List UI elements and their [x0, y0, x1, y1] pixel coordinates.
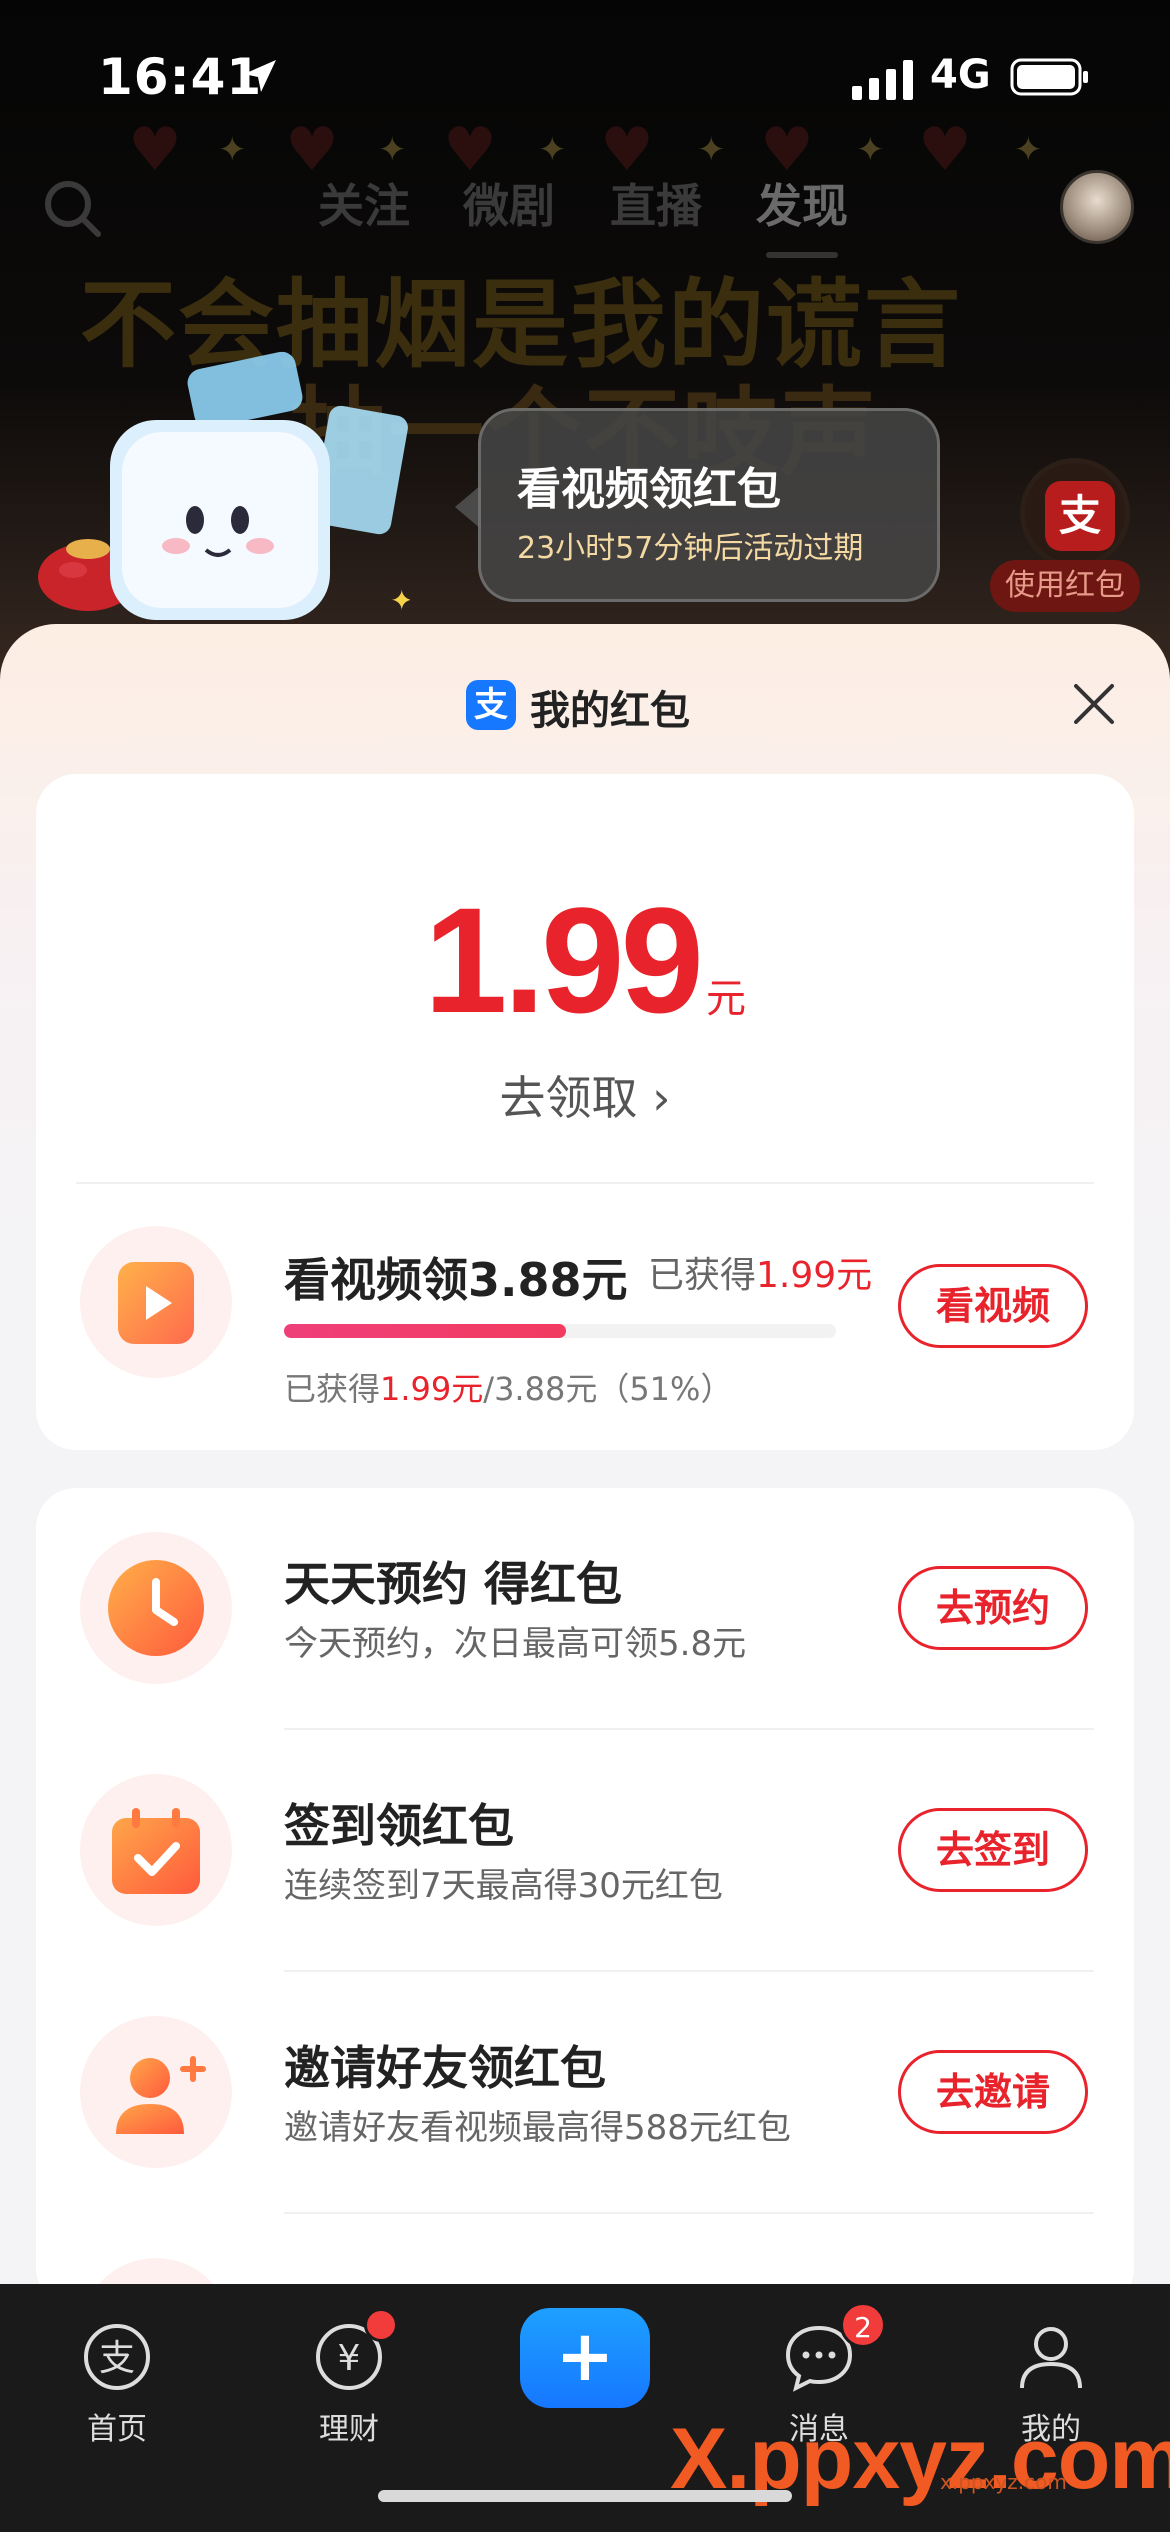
- divider: [284, 1728, 1094, 1730]
- progress-suffix: /3.88元（51%）: [483, 1370, 733, 1408]
- progress-earned: 1.99元: [380, 1370, 484, 1408]
- video-progress-bar: [284, 1324, 836, 1338]
- divider: [284, 1970, 1094, 1972]
- video-progress-fill: [284, 1324, 566, 1338]
- sparkle-icon: ✦: [697, 130, 726, 170]
- redpack-sheet: 支 我的红包 1.99 元 去领取 › 看视频领3.88元 已获得1.99元 已…: [0, 624, 1170, 2284]
- tab-home-label: 首页: [87, 2412, 147, 2447]
- earned-prefix: 已获得: [648, 1255, 757, 1296]
- divider: [76, 1182, 1094, 1184]
- progress-prefix: 已获得: [284, 1370, 381, 1408]
- close-icon[interactable]: [1068, 678, 1120, 730]
- alipay-redpack-icon: 支: [1045, 481, 1115, 551]
- status-time: 16:41: [98, 48, 263, 106]
- message-count-badge: 2: [840, 2302, 886, 2348]
- mascot-illustration: ✦ ✦: [110, 351, 410, 620]
- divider: [284, 2212, 1094, 2214]
- task-list-card: 天天预约 得红包 今天预约，次日最高可领5.8元 去预约 签到领红包 连续签到7…: [36, 1488, 1134, 2284]
- watch-video-button[interactable]: 看视频: [898, 1264, 1088, 1348]
- top-nav: 关注 微剧 直播 发现: [0, 170, 1170, 270]
- balance-card: 1.99 元 去领取 › 看视频领3.88元 已获得1.99元 已获得1.99元/…: [36, 774, 1134, 1450]
- checkin-button[interactable]: 去签到: [898, 1808, 1088, 1892]
- tab-mini-drama[interactable]: 微剧: [463, 170, 555, 236]
- sheet-title: 我的红包: [530, 688, 690, 734]
- calendar-check-icon: [112, 1808, 200, 1894]
- location-arrow-icon: [244, 60, 276, 92]
- video-task-earned: 已获得1.99元: [648, 1246, 872, 1298]
- claim-link[interactable]: 去领取 ›: [36, 1062, 1134, 1128]
- svg-text:✦: ✦: [390, 584, 410, 617]
- video-task-icon-wrap: [80, 1226, 232, 1378]
- network-type: 4G: [930, 52, 991, 98]
- search-icon[interactable]: [42, 178, 104, 240]
- promo-title: 看视频领红包: [517, 464, 781, 515]
- tab-home[interactable]: 支 首页: [42, 2320, 192, 2448]
- svg-text:¥: ¥: [338, 2338, 361, 2379]
- clock-icon: [108, 1560, 204, 1656]
- use-redpack-label[interactable]: 使用红包: [990, 560, 1140, 612]
- balance-amount: 1.99 元: [36, 874, 1134, 1047]
- tab-wealth-label: 理财: [319, 2412, 379, 2447]
- active-tab-indicator: [766, 252, 838, 258]
- invite-task-icon-wrap: [80, 2016, 232, 2168]
- sparkle-icon: ✦: [1014, 130, 1043, 170]
- invite-task-desc: 邀请好友看视频最高得588元红包: [284, 2108, 791, 2148]
- reserve-button[interactable]: 去预约: [898, 1566, 1088, 1650]
- add-friend-icon: [116, 2056, 206, 2134]
- promo-countdown: 23小时57分钟后活动过期: [517, 531, 864, 566]
- invite-task-title: 邀请好友领红包: [284, 2041, 606, 2095]
- home-indicator: [378, 2490, 792, 2502]
- sparkle-icon: ✦: [856, 130, 885, 170]
- tab-live[interactable]: 直播: [610, 170, 702, 236]
- sparkle-icon: ✦: [538, 130, 567, 170]
- play-video-icon: [118, 1262, 194, 1344]
- checkin-task-title: 签到领红包: [284, 1799, 514, 1853]
- checkin-task-icon-wrap: [80, 1774, 232, 1926]
- plus-icon: +: [555, 2315, 615, 2397]
- avatar[interactable]: [1060, 170, 1134, 244]
- battery-icon: [1010, 58, 1088, 96]
- invite-button[interactable]: 去邀请: [898, 2050, 1088, 2134]
- reserve-task-desc: 今天预约，次日最高可领5.8元: [284, 1624, 747, 1664]
- watermark-small: x.ppxyz.com: [940, 2470, 1067, 2494]
- sparkle-icon: ✦: [218, 130, 247, 170]
- tab-wealth[interactable]: ¥ 理财: [274, 2320, 424, 2448]
- tab-follow[interactable]: 关注: [318, 170, 410, 236]
- earned-amount: 1.99元: [756, 1255, 873, 1296]
- balance-value: 1.99: [424, 876, 704, 1044]
- sparkle-icon: ✦: [378, 130, 407, 170]
- checkin-task-desc: 连续签到7天最高得30元红包: [284, 1866, 723, 1906]
- publish-plus-button[interactable]: +: [520, 2308, 650, 2408]
- next-task-icon-wrap: [80, 2258, 232, 2284]
- tab-discover[interactable]: 发现: [756, 170, 848, 236]
- signal-icon: [852, 60, 913, 100]
- reserve-task-title: 天天预约 得红包: [284, 1557, 623, 1611]
- svg-text:支: 支: [99, 2338, 135, 2379]
- promo-bubble[interactable]: 看视频领红包 23小时57分钟后活动过期: [478, 408, 940, 602]
- balance-unit: 元: [705, 976, 746, 1022]
- video-task-title: 看视频领3.88元: [284, 1253, 628, 1307]
- side-redpack-button[interactable]: 支: [1020, 458, 1130, 568]
- reserve-task-icon-wrap: [80, 1532, 232, 1684]
- notification-dot: [364, 2308, 398, 2342]
- alipay-home-icon: 支: [84, 2324, 150, 2390]
- alipay-logo-icon: 支: [466, 680, 516, 730]
- video-progress-text: 已获得1.99元/3.88元（51%）: [284, 1364, 732, 1410]
- profile-icon: [1020, 2327, 1082, 2389]
